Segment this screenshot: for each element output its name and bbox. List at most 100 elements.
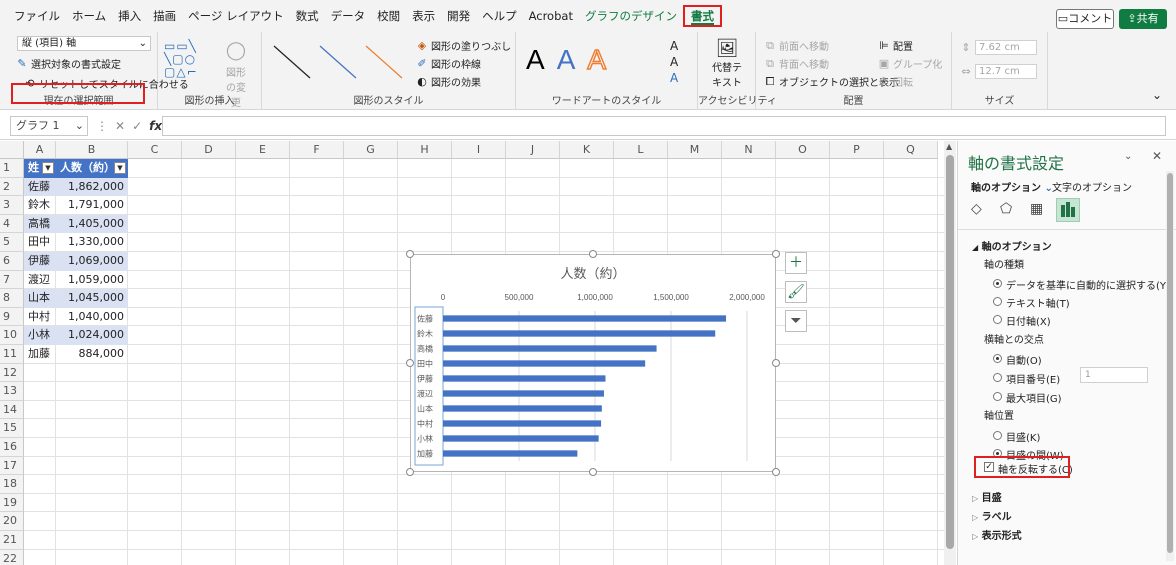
column-header-j[interactable]: J — [506, 141, 560, 159]
shape-gallery[interactable]: ▭▭╲ ╲▢○ ▢△⌐ — [164, 40, 216, 80]
bar[interactable] — [443, 315, 727, 322]
column-header-n[interactable]: N — [722, 141, 776, 159]
section-axis-options[interactable]: ◢ 軸のオプション — [972, 238, 1052, 253]
menu-developer[interactable]: 開発 — [441, 5, 476, 27]
shape-fill-button[interactable]: ◈ 図形の塗りつぶし — [416, 38, 511, 53]
column-header-q[interactable]: Q — [884, 141, 938, 159]
cell-count[interactable]: 1,862,000 — [56, 177, 128, 197]
cell-surname[interactable]: 佐藤 — [24, 177, 56, 197]
table-header-surname[interactable]: 姓 ▼ — [24, 159, 56, 178]
radio-cross-auto[interactable] — [993, 354, 1002, 363]
cell-surname[interactable]: 鈴木 — [24, 196, 56, 215]
row-header-19[interactable]: 19 — [0, 493, 24, 513]
table-header-count[interactable]: 人数（約） ▼ — [56, 159, 128, 178]
resize-handle-tm[interactable] — [589, 250, 597, 258]
resize-handle-ml[interactable] — [406, 359, 414, 367]
fill-line-icon[interactable]: ◇ — [971, 201, 982, 217]
bring-forward-button[interactable]: ⧉ 前面へ移動 — [764, 38, 829, 53]
menu-format[interactable]: 書式 — [682, 5, 722, 27]
send-backward-button[interactable]: ⧉ 背面へ移動 — [764, 56, 829, 71]
rotate-button[interactable]: ⟳ 回転 — [878, 74, 913, 89]
menu-home[interactable]: ホーム — [66, 5, 112, 27]
column-header-m[interactable]: M — [668, 141, 722, 159]
cell-count[interactable]: 1,791,000 — [56, 196, 128, 215]
row-header-14[interactable]: 14 — [0, 400, 24, 420]
row-header-5[interactable]: 5 — [0, 233, 24, 252]
format-selection-button[interactable]: ✎ 選択対象の書式設定 — [16, 56, 121, 71]
bar[interactable] — [443, 330, 716, 337]
effects-pentagon-icon[interactable]: ⬠ — [1000, 201, 1012, 217]
row-header-11[interactable]: 11 — [0, 345, 24, 364]
menu-acrobat[interactable]: Acrobat — [523, 5, 579, 27]
row-header-16[interactable]: 16 — [0, 438, 24, 457]
cell-count[interactable]: 1,405,000 — [56, 214, 128, 234]
menu-view[interactable]: 表示 — [406, 5, 441, 27]
menu-data[interactable]: データ — [325, 5, 372, 27]
row-header-4[interactable]: 4 — [0, 214, 24, 234]
menu-review[interactable]: 校閲 — [371, 5, 406, 27]
scroll-up-icon[interactable]: ▲ — [946, 142, 952, 151]
column-header-h[interactable]: H — [398, 141, 452, 159]
chart-elements-button[interactable]: ＋ — [785, 252, 807, 274]
row-header-22[interactable]: 22 — [0, 549, 24, 565]
bar[interactable] — [443, 405, 602, 412]
cancel-icon[interactable]: ✕ — [115, 116, 125, 136]
resize-handle-tl[interactable] — [406, 250, 414, 258]
share-button[interactable]: ⇪共有 — [1119, 9, 1167, 29]
column-header-l[interactable]: L — [614, 141, 668, 159]
section-labels[interactable]: ▷ ラベル — [972, 508, 1012, 523]
enter-icon[interactable]: ✓ — [132, 116, 142, 136]
cell-count[interactable]: 1,024,000 — [56, 326, 128, 345]
cell-surname[interactable]: 加藤 — [24, 345, 56, 364]
radio-axis-type-date[interactable] — [993, 315, 1002, 324]
tab-text-options[interactable]: 文字のオプション — [1052, 179, 1132, 194]
radio-cross-max[interactable] — [993, 392, 1002, 401]
chart-styles-button[interactable]: 🖌 — [785, 281, 807, 303]
wordart-gallery[interactable]: AAA — [526, 43, 607, 76]
row-header-6[interactable]: 6 — [0, 252, 24, 271]
column-header-a[interactable]: A — [24, 141, 56, 159]
cell-surname[interactable]: 渡辺 — [24, 271, 56, 290]
cell-count[interactable]: 1,330,000 — [56, 233, 128, 252]
bar[interactable] — [443, 420, 602, 427]
column-header-p[interactable]: P — [830, 141, 884, 159]
radio-axis-type-auto[interactable] — [993, 279, 1002, 288]
column-header-b[interactable]: B — [56, 141, 128, 159]
close-icon[interactable]: ✕ — [1152, 149, 1162, 163]
menu-chart-design[interactable]: グラフのデザイン — [579, 5, 683, 27]
column-header-o[interactable]: O — [776, 141, 830, 159]
size-properties-icon[interactable]: ▦ — [1030, 201, 1043, 217]
row-header-2[interactable]: 2 — [0, 177, 24, 197]
resize-handle-bl[interactable] — [406, 468, 414, 476]
column-header-g[interactable]: G — [344, 141, 398, 159]
cell-surname[interactable]: 中村 — [24, 308, 56, 327]
filter-dropdown-icon[interactable]: ▼ — [42, 162, 54, 174]
group-button[interactable]: ▣ グループ化 — [878, 56, 943, 71]
radio-axis-type-text[interactable] — [993, 297, 1002, 306]
row-header-13[interactable]: 13 — [0, 382, 24, 401]
row-header-12[interactable]: 12 — [0, 363, 24, 383]
formula-input[interactable] — [162, 116, 1166, 136]
section-number-format[interactable]: ▷ 表示形式 — [972, 527, 1022, 542]
cross-number-input[interactable]: 1 — [1080, 367, 1148, 383]
cell-surname[interactable]: 山本 — [24, 289, 56, 308]
resize-handle-tr[interactable] — [772, 250, 780, 258]
row-header-7[interactable]: 7 — [0, 270, 24, 290]
row-header-9[interactable]: 9 — [0, 307, 24, 327]
menu-insert[interactable]: 挿入 — [112, 5, 147, 27]
bar[interactable] — [443, 435, 599, 442]
bar[interactable] — [443, 345, 657, 352]
ribbon-collapse-icon[interactable]: ⌄ — [1152, 88, 1162, 102]
column-header-c[interactable]: C — [128, 141, 182, 159]
tab-axis-options[interactable]: 軸のオプション ⌄ — [971, 179, 1053, 194]
column-header-k[interactable]: K — [560, 141, 614, 159]
bar[interactable] — [443, 450, 578, 457]
chart-plot[interactable]: 0 500,000 1,000,000 1,500,000 2,000,000 佐藤鈴木高… — [411, 255, 777, 473]
row-header-1[interactable]: 1 — [0, 159, 24, 178]
row-header-17[interactable]: 17 — [0, 456, 24, 476]
cell-surname[interactable]: 高橋 — [24, 214, 56, 234]
cell-surname[interactable]: 小林 — [24, 326, 56, 345]
column-header-e[interactable]: E — [236, 141, 290, 159]
column-header-f[interactable]: F — [290, 141, 344, 159]
menu-help[interactable]: ヘルプ — [476, 5, 523, 27]
